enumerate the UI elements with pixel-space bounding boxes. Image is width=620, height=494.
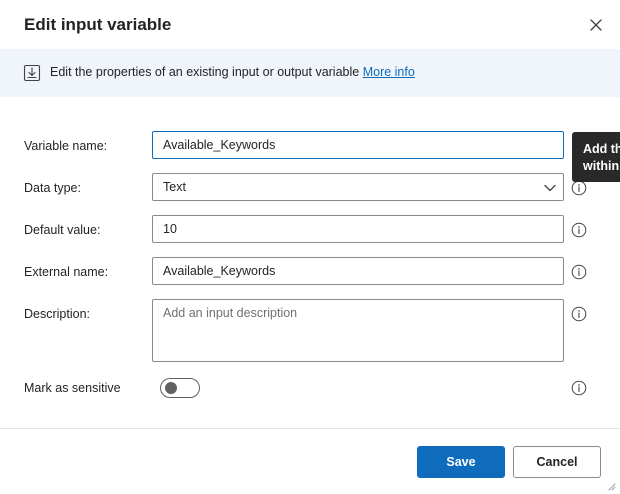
chevron-down-icon	[544, 184, 556, 192]
external-name-value: Available_Keywords	[163, 264, 276, 278]
sensitive-label: Mark as sensitive	[24, 381, 121, 395]
variable-name-input[interactable]: Available_Keywords	[152, 131, 564, 159]
external-name-info-icon[interactable]	[571, 264, 587, 280]
dialog-title: Edit input variable	[24, 15, 172, 34]
description-info-icon[interactable]	[571, 306, 587, 322]
data-type-label: Data type:	[24, 181, 81, 195]
close-button[interactable]	[584, 13, 608, 37]
default-value-input[interactable]: 10	[152, 215, 564, 243]
variable-name-label: Variable name:	[24, 139, 108, 153]
save-button[interactable]: Save	[417, 446, 505, 478]
external-name-label: External name:	[24, 265, 109, 279]
description-textarea[interactable]: Add an input description	[152, 299, 564, 362]
close-icon	[590, 19, 602, 31]
data-type-info-icon[interactable]	[571, 180, 587, 196]
footer-divider	[0, 428, 620, 429]
sensitive-info-icon[interactable]	[571, 380, 587, 396]
banner-text: Edit the properties of an existing input…	[50, 65, 415, 79]
cancel-button[interactable]: Cancel	[513, 446, 601, 478]
description-label: Description:	[24, 307, 90, 321]
tooltip-line-2: within t	[583, 159, 620, 173]
tooltip-line-1: Add the	[583, 142, 620, 156]
data-type-value: Text	[163, 180, 186, 194]
default-value-value: 10	[163, 222, 177, 236]
edit-input-variable-dialog: Edit input variable Edit the properties …	[0, 0, 620, 494]
import-icon	[23, 64, 41, 82]
sensitive-toggle[interactable]	[160, 378, 200, 398]
toggle-knob	[165, 382, 177, 394]
info-banner: Edit the properties of an existing input…	[0, 49, 620, 97]
default-value-label: Default value:	[24, 223, 101, 237]
default-value-info-icon[interactable]	[571, 222, 587, 238]
tooltip: Add the within t	[572, 132, 620, 182]
resize-grip-icon[interactable]	[606, 481, 616, 491]
banner-message: Edit the properties of an existing input…	[50, 65, 360, 79]
variable-name-value: Available_Keywords	[163, 138, 276, 152]
more-info-link[interactable]: More info	[363, 65, 415, 79]
external-name-input[interactable]: Available_Keywords	[152, 257, 564, 285]
description-placeholder: Add an input description	[163, 306, 298, 320]
data-type-select[interactable]: Text	[152, 173, 564, 201]
